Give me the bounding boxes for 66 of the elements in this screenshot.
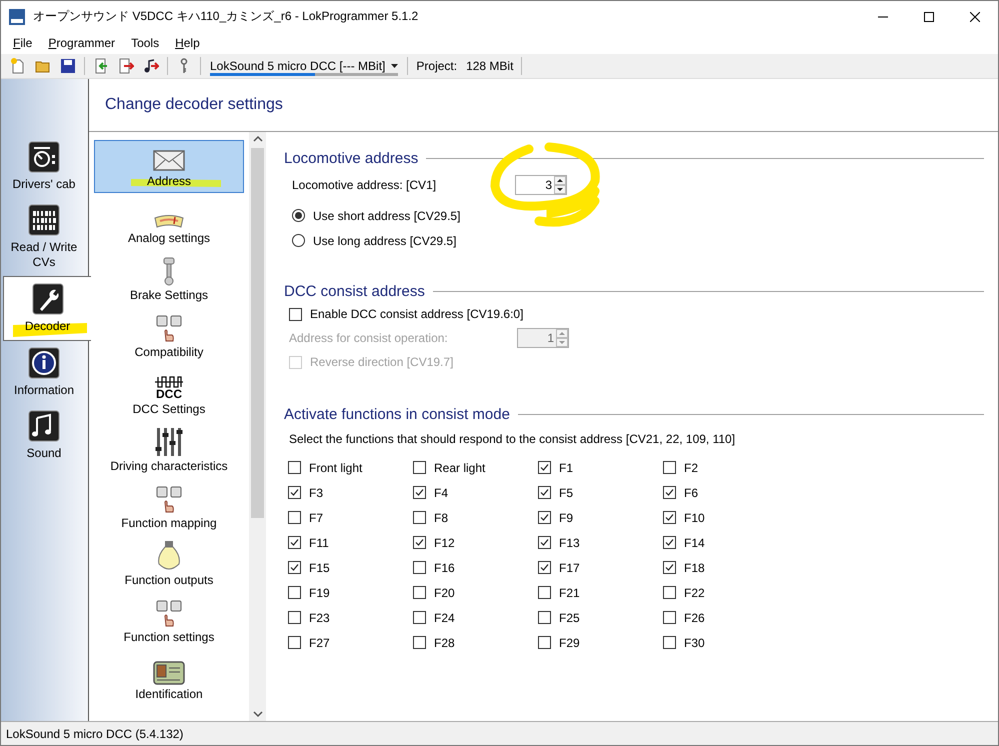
checkbox-label: F5 [559, 486, 574, 500]
category-item[interactable]: Function outputs [94, 539, 244, 592]
checkbox-label: F2 [684, 460, 698, 474]
checkbox-label: F14 [684, 536, 705, 550]
checkbox-label: F25 [559, 610, 580, 624]
category-item[interactable]: Analog settings [94, 197, 244, 250]
checkbox-label: F7 [309, 510, 324, 524]
category-item[interactable]: Function settings [94, 596, 244, 649]
menu-item[interactable]: Tools [123, 32, 168, 54]
checkbox-label: F3 [309, 486, 324, 500]
checkbox-label: F20 [434, 586, 455, 600]
checkbox-label: F29 [559, 636, 580, 650]
checkbox-label: F13 [559, 536, 580, 550]
checkbox-label: F28 [434, 636, 455, 650]
checkbox-label: Reverse direction [CV19.7] [310, 355, 454, 369]
checkbox-label: F9 [559, 510, 574, 524]
nav-item[interactable]: Information [1, 341, 87, 404]
nav-item[interactable]: Read / Write CVs [1, 198, 87, 276]
menu-item[interactable]: Help [167, 32, 208, 54]
device-dropdown[interactable]: LokSound 5 micro DCC [--- MBit] [206, 55, 402, 77]
checkbox-label: F16 [434, 560, 455, 574]
checkbox-label: F24 [434, 610, 455, 624]
checkbox-label: F10 [684, 510, 705, 524]
checkbox-label: F11 [309, 536, 329, 550]
checkbox-label: F21 [559, 586, 580, 600]
checkbox-label: Enable DCC consist address [CV19.6:0] [310, 307, 524, 321]
checkbox-label: F1 [559, 460, 574, 474]
project-label: Project: [415, 59, 458, 73]
menu-item[interactable]: Programmer [40, 32, 124, 54]
checkbox-label: F17 [559, 560, 580, 574]
category-item[interactable]: Function mapping [94, 482, 244, 535]
category-item[interactable]: Driving characteristics [94, 425, 244, 478]
category-item[interactable]: Brake Settings [94, 254, 244, 307]
checkbox-label: F30 [684, 636, 705, 650]
checkbox-label: Rear light [434, 460, 486, 474]
checkbox-label: F22 [684, 586, 705, 600]
checkbox-label: F6 [684, 486, 698, 500]
nav-item[interactable]: Sound [1, 404, 87, 467]
radio-label: Use long address [CV29.5] [313, 234, 456, 248]
checkbox-label: F4 [434, 486, 448, 500]
category-item[interactable]: DCC DCC Settings [94, 368, 244, 421]
checkbox-label: F19 [309, 586, 330, 600]
radio-label: Use short address [CV29.5] [313, 208, 460, 222]
status-text: LokSound 5 micro DCC (5.4.132) [6, 726, 184, 740]
checkbox-label: Front light [309, 460, 362, 474]
nav-item[interactable]: Drivers' cab [1, 135, 87, 198]
category-item[interactable]: Compatibility [94, 311, 244, 364]
field-label: Address for consist operation: [289, 331, 449, 345]
project-size: 128 MBit [465, 59, 514, 73]
checkbox-label: F8 [434, 510, 448, 524]
section-title: Locomotive address [284, 150, 418, 167]
page-title: Change decoder settings [105, 96, 283, 114]
number-spinner[interactable]: 3 [515, 175, 567, 195]
field-label: Locomotive address: [CV1] [292, 178, 438, 192]
checkbox-label: F27 [309, 636, 330, 650]
checkbox-label: F15 [309, 560, 330, 574]
section-title: Activate functions in consist mode [284, 406, 510, 423]
instruction-text: Select the functions that should respond to the consist address [CV21, 22, 109, 110] [289, 432, 736, 446]
menu-item[interactable]: File [5, 32, 40, 54]
checkbox-label: F18 [684, 560, 705, 574]
checkbox-label: F12 [434, 536, 455, 550]
checkbox-label: F23 [309, 610, 330, 624]
checkbox-label: F26 [684, 610, 705, 624]
section-title: DCC consist address [284, 283, 425, 300]
category-item[interactable]: Identification [94, 653, 244, 706]
window-title: オープンサウンド V5DCC キハ110_カミンズ_r6 - LokProgrammer 5.1.2 [33, 8, 420, 25]
